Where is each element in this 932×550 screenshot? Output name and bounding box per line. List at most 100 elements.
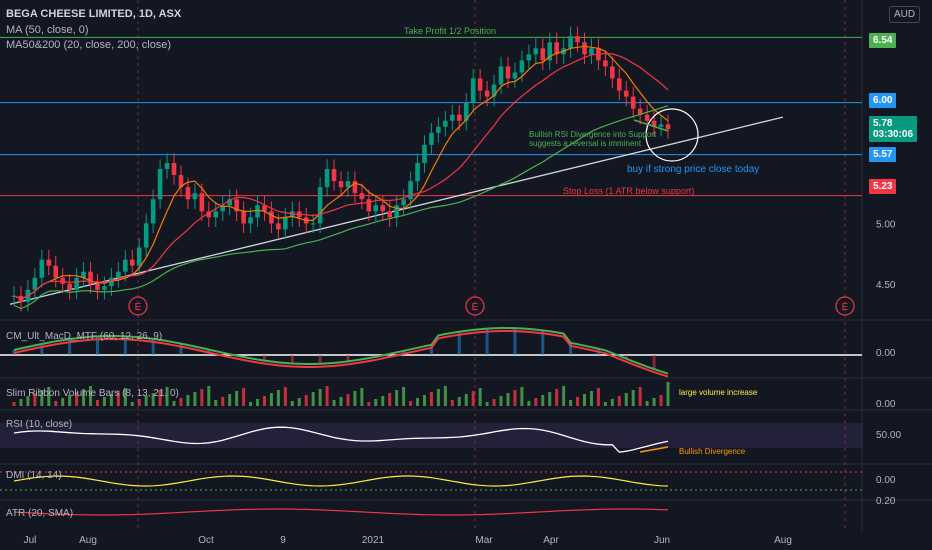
volume-bar bbox=[596, 388, 600, 406]
volume-bar bbox=[19, 399, 23, 406]
candle-body bbox=[150, 199, 156, 224]
rsi-axis-value: 50.00 bbox=[876, 430, 902, 441]
candle-body bbox=[248, 217, 253, 224]
earnings-marker-label: E bbox=[842, 302, 849, 313]
candle-body bbox=[470, 78, 476, 103]
x-axis-label: Aug bbox=[774, 535, 792, 546]
price-tag-5-23: 5.23 bbox=[869, 179, 897, 194]
volume-bar bbox=[624, 393, 628, 406]
volume-bar bbox=[659, 395, 663, 406]
panel-atr-name[interactable]: ATR (20, SMA) bbox=[6, 508, 73, 519]
volume-bar bbox=[422, 395, 426, 406]
volume-bar bbox=[457, 397, 461, 406]
candle-body bbox=[394, 205, 399, 218]
macd-histogram-bar bbox=[290, 355, 294, 364]
earnings-marker-label: E bbox=[135, 302, 142, 313]
volume-bar bbox=[506, 393, 510, 406]
volume-bar bbox=[360, 388, 364, 406]
take-profit-label: Take Profit 1/2 Position bbox=[404, 26, 497, 36]
x-axis-label: Jun bbox=[654, 535, 670, 546]
volume-bar bbox=[242, 388, 246, 406]
candle-body bbox=[366, 199, 372, 212]
volume-bar bbox=[228, 394, 232, 406]
volume-bar bbox=[339, 397, 343, 406]
x-axis-label: Aug bbox=[79, 535, 97, 546]
candle-body bbox=[380, 205, 386, 212]
currency-button[interactable]: AUD bbox=[889, 6, 921, 23]
candle-body bbox=[338, 181, 344, 188]
volume-bar bbox=[256, 399, 260, 406]
atr-axis-value: 0.20 bbox=[876, 496, 896, 507]
candle-body bbox=[665, 124, 671, 130]
volume-bar bbox=[513, 390, 517, 406]
volume-bar bbox=[262, 396, 266, 406]
volume-bar bbox=[416, 398, 420, 406]
candle-body bbox=[477, 78, 483, 91]
candle-body bbox=[658, 124, 664, 127]
volume-bar bbox=[374, 399, 378, 406]
volume-bar bbox=[548, 392, 552, 406]
price-tag-6-00: 6.00 bbox=[869, 93, 897, 108]
candle-body bbox=[387, 211, 393, 218]
candle-body bbox=[199, 193, 205, 212]
annotation-divergence: Bullish Divergence bbox=[679, 447, 746, 456]
candle-body bbox=[408, 181, 413, 200]
volume-bar bbox=[534, 398, 538, 406]
candle-body bbox=[630, 96, 636, 109]
candle-body bbox=[39, 259, 45, 278]
candle-body bbox=[102, 286, 107, 290]
x-axis-label: Mar bbox=[475, 535, 493, 546]
candle-body bbox=[429, 132, 434, 145]
symbol-title[interactable]: BEGA CHEESE LIMITED, 1D, ASX bbox=[6, 8, 181, 20]
volume-bar bbox=[137, 399, 141, 406]
indicator-ma[interactable]: MA (50, close, 0) bbox=[6, 24, 89, 36]
price-tag-6-54: 6.54 bbox=[869, 33, 897, 48]
macd-axis-value: 0.00 bbox=[876, 348, 896, 359]
earnings-marker-label: E bbox=[472, 302, 479, 313]
volume-bar bbox=[172, 401, 176, 406]
candle-body bbox=[415, 163, 420, 182]
macd-histogram-bar bbox=[318, 355, 322, 364]
volume-bar bbox=[130, 402, 134, 406]
x-axis-label: Jul bbox=[24, 535, 37, 546]
candle-body bbox=[331, 169, 337, 182]
volume-bar bbox=[179, 398, 183, 406]
panel-volume-name[interactable]: Slim Ribbon Volume Bars (8, 13, 21, 0) bbox=[6, 388, 179, 399]
candle-body bbox=[512, 72, 518, 79]
volume-bar bbox=[603, 402, 607, 406]
panel-dmi-name[interactable]: DMI (14, 14) bbox=[6, 470, 62, 481]
volume-bar bbox=[207, 386, 211, 406]
volume-bar bbox=[610, 399, 614, 406]
dmi-line bbox=[13, 475, 669, 487]
candle-body bbox=[283, 217, 288, 230]
candle-body bbox=[603, 60, 608, 67]
panel-macd-name[interactable]: CM_Ult_MacD_MTF (60, 12, 26, 9) bbox=[6, 331, 162, 342]
volume-bar bbox=[485, 402, 489, 406]
candle-body bbox=[422, 144, 427, 164]
candle-body bbox=[540, 48, 546, 61]
chart-canvas[interactable]: E E E 4.50 5.00 Jul Aug Oct 9 2021 Mar Apr Jun Aug bbox=[0, 0, 932, 550]
volume-bar bbox=[402, 387, 406, 406]
candle-body bbox=[526, 54, 532, 61]
last-price-value: 5.78 bbox=[873, 118, 893, 129]
volume-bar bbox=[569, 400, 573, 406]
x-axis-label: 2021 bbox=[362, 535, 385, 546]
atr-line bbox=[13, 508, 669, 516]
price-tick-label: 4.50 bbox=[876, 280, 896, 291]
macd-histogram-bar bbox=[40, 343, 44, 355]
indicator-ma50-200[interactable]: MA50&200 (20, close, 200, close) bbox=[6, 39, 171, 51]
volume-bar bbox=[186, 395, 190, 406]
volume-bar bbox=[214, 400, 218, 406]
candle-body bbox=[310, 223, 316, 225]
volume-bar bbox=[520, 387, 524, 406]
candle-body bbox=[623, 90, 629, 97]
candle-body bbox=[484, 90, 490, 97]
candle-body bbox=[575, 36, 580, 43]
candle-body bbox=[436, 126, 441, 133]
volume-bar bbox=[95, 400, 99, 406]
candle-body bbox=[317, 187, 323, 224]
candle-body bbox=[644, 114, 650, 121]
volume-bar bbox=[589, 391, 593, 406]
panel-rsi-name[interactable]: RSI (10, close) bbox=[6, 419, 72, 430]
volume-bar bbox=[450, 400, 454, 406]
